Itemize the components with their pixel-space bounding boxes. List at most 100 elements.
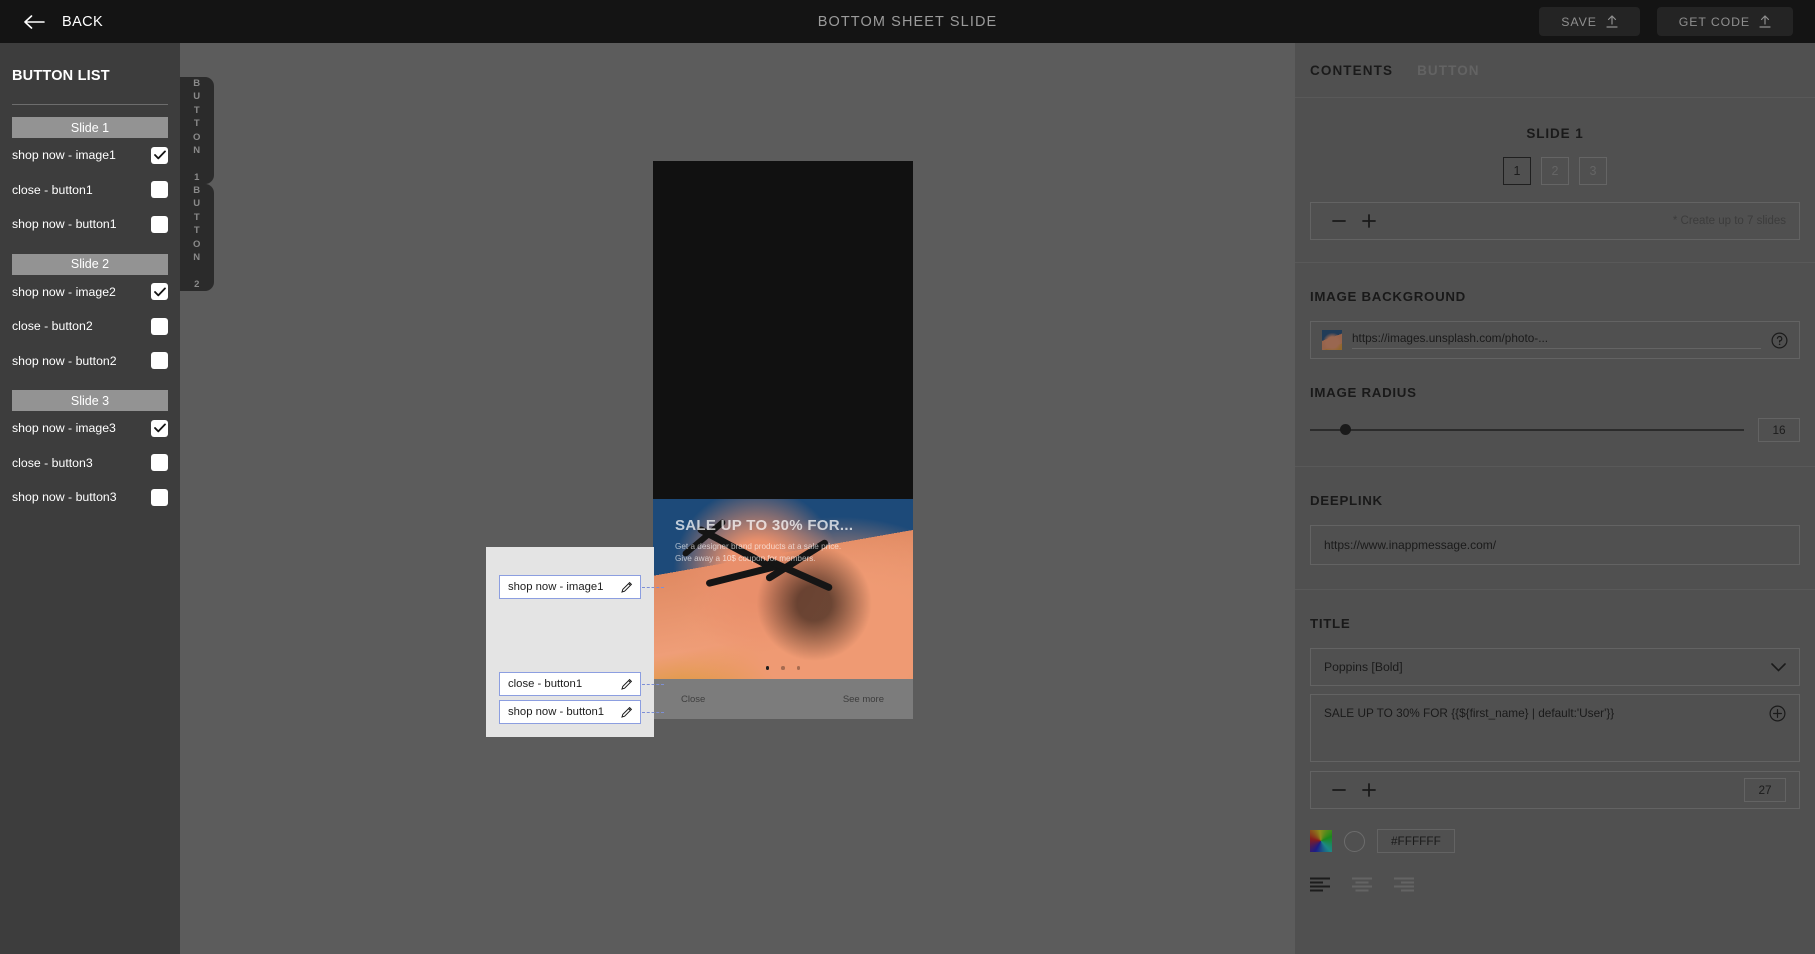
add-variable-icon[interactable] bbox=[1769, 705, 1786, 722]
color-preview-circle[interactable] bbox=[1344, 830, 1365, 852]
image-background-title: IMAGE BACKGROUND bbox=[1310, 289, 1466, 304]
check-icon bbox=[153, 423, 166, 433]
right-panel-tabs: CONTENTS BUTTON bbox=[1295, 43, 1815, 98]
save-button[interactable]: SAVE bbox=[1539, 7, 1640, 36]
pagination-dot[interactable] bbox=[765, 666, 770, 670]
slide-header-label: Slide 3 bbox=[70, 393, 110, 408]
pagination-dot[interactable] bbox=[796, 666, 801, 670]
align-right-icon[interactable] bbox=[1394, 877, 1414, 892]
title-alignment-group bbox=[1310, 877, 1800, 916]
preview-close-button[interactable]: Close bbox=[681, 694, 705, 705]
button-visibility-checkbox[interactable] bbox=[151, 146, 168, 164]
preview-copy: SALE UP TO 30% FOR... Get a designer bra… bbox=[675, 517, 905, 565]
slide-number-1[interactable]: 1 bbox=[1503, 157, 1531, 185]
preview-pagination-dots[interactable] bbox=[653, 666, 913, 670]
button-list-row[interactable]: close - button1 bbox=[12, 173, 168, 208]
slide-number-3[interactable]: 3 bbox=[1579, 157, 1607, 185]
vertical-tab-label: BUTTON 2 bbox=[193, 184, 201, 291]
button-visibility-checkbox[interactable] bbox=[151, 215, 168, 233]
button-list-row[interactable]: shop now - button2 bbox=[12, 344, 168, 379]
get-code-button[interactable]: GET CODE bbox=[1656, 7, 1793, 36]
check-icon bbox=[153, 150, 166, 160]
button-visibility-checkbox[interactable] bbox=[151, 181, 168, 199]
popup-field-label: shop now - image1 bbox=[508, 581, 604, 593]
button-visibility-checkbox[interactable] bbox=[151, 454, 168, 472]
slide-section: SLIDE 1 123 * Create up to 7 slides bbox=[1295, 126, 1815, 263]
button-list-row[interactable]: shop now - button3 bbox=[12, 480, 168, 515]
image-background-field[interactable]: https://images.unsplash.com/photo-... bbox=[1310, 321, 1800, 359]
button-visibility-checkbox[interactable] bbox=[151, 419, 168, 437]
popup-field-image1[interactable]: shop now - image1 bbox=[499, 575, 641, 599]
pencil-icon[interactable] bbox=[621, 581, 633, 593]
save-label: SAVE bbox=[1561, 14, 1597, 29]
image-background-section: IMAGE BACKGROUND https://images.unsplash… bbox=[1295, 289, 1815, 467]
slide-header-3[interactable]: Slide 3 bbox=[12, 390, 168, 411]
question-circle-icon[interactable] bbox=[1771, 331, 1788, 349]
popup-field-close-button1[interactable]: close - button1 bbox=[499, 672, 641, 696]
title-size-value[interactable]: 27 bbox=[1744, 778, 1786, 802]
get-code-label: GET CODE bbox=[1678, 14, 1750, 29]
button-list-label: shop now - image3 bbox=[12, 421, 116, 436]
button-list-label: shop now - button3 bbox=[12, 490, 117, 505]
chevron-down-icon bbox=[1771, 662, 1786, 672]
color-wheel-icon[interactable] bbox=[1310, 830, 1332, 852]
tab-button[interactable]: BUTTON bbox=[1417, 63, 1480, 78]
preview-body-line-2: Give away a 10$ coupon for members. bbox=[675, 554, 816, 563]
image-radius-slider[interactable] bbox=[1310, 422, 1744, 438]
align-left-icon[interactable] bbox=[1310, 877, 1330, 892]
slide-increment-button[interactable] bbox=[1354, 206, 1384, 236]
button-list-row[interactable]: shop now - image3 bbox=[12, 411, 168, 446]
button-list-row[interactable]: shop now - image2 bbox=[12, 275, 168, 310]
button-visibility-checkbox[interactable] bbox=[151, 317, 168, 335]
title-hex-input[interactable]: #FFFFFF bbox=[1377, 829, 1455, 853]
top-bar: BACK BOTTOM SHEET SLIDE SAVE GET CODE bbox=[0, 0, 1815, 43]
button-list-row[interactable]: shop now - button1 bbox=[12, 207, 168, 242]
button-list-label: shop now - image2 bbox=[12, 284, 116, 299]
deeplink-input[interactable]: https://www.inappmessage.com/ bbox=[1310, 525, 1800, 565]
deeplink-section: DEEPLINK https://www.inappmessage.com/ bbox=[1295, 493, 1815, 590]
title-size-decrement-button[interactable] bbox=[1324, 775, 1354, 805]
title-section-title: TITLE bbox=[1310, 616, 1351, 631]
button-name-popup: shop now - image1 close - button1 shop n… bbox=[486, 547, 654, 737]
leader-line-image1 bbox=[642, 587, 664, 588]
title-size-stepper: 27 bbox=[1310, 771, 1800, 809]
title-size-increment-button[interactable] bbox=[1354, 775, 1384, 805]
right-panel: CONTENTS BUTTON SLIDE 1 123 * Create up … bbox=[1295, 43, 1815, 954]
leader-line-shop-now-button1 bbox=[642, 712, 664, 713]
image-radius-row: 16 bbox=[1310, 418, 1800, 442]
button-list-row[interactable]: close - button3 bbox=[12, 446, 168, 481]
phone-preview: SALE UP TO 30% FOR... Get a designer bra… bbox=[653, 161, 913, 719]
slide-number-2[interactable]: 2 bbox=[1541, 157, 1569, 185]
image-radius-title: IMAGE RADIUS bbox=[1310, 385, 1417, 400]
popup-field-shop-now-button1[interactable]: shop now - button1 bbox=[499, 700, 641, 724]
preview-see-more-button[interactable]: See more bbox=[843, 694, 884, 705]
align-center-icon[interactable] bbox=[1352, 877, 1372, 892]
preview-body: Get a designer brand products at a sale … bbox=[675, 541, 905, 565]
slide-header-2[interactable]: Slide 2 bbox=[12, 253, 168, 275]
button-visibility-checkbox[interactable] bbox=[151, 352, 168, 370]
tab-contents[interactable]: CONTENTS bbox=[1310, 63, 1393, 78]
vertical-tab-button-1[interactable]: BUTTON 1 bbox=[180, 77, 214, 184]
font-select[interactable]: Poppins [Bold] bbox=[1310, 648, 1800, 686]
button-visibility-checkbox[interactable] bbox=[151, 488, 168, 506]
slide-header-1[interactable]: Slide 1 bbox=[12, 117, 168, 138]
slide-section-title: SLIDE 1 bbox=[1526, 126, 1584, 141]
pagination-dot[interactable] bbox=[781, 666, 785, 670]
image-url-input[interactable]: https://images.unsplash.com/photo-... bbox=[1352, 331, 1761, 349]
minus-icon bbox=[1332, 789, 1346, 791]
slide-stepper: * Create up to 7 slides bbox=[1310, 202, 1800, 240]
pencil-icon[interactable] bbox=[621, 678, 633, 690]
title-color-row: #FFFFFF bbox=[1310, 829, 1800, 853]
pencil-icon[interactable] bbox=[621, 706, 633, 718]
button-list-row[interactable]: shop now - image1 bbox=[12, 138, 168, 173]
button-list-row[interactable]: close - button2 bbox=[12, 309, 168, 344]
slide-decrement-button[interactable] bbox=[1324, 206, 1354, 236]
slider-knob[interactable] bbox=[1340, 424, 1352, 435]
button-visibility-checkbox[interactable] bbox=[151, 283, 168, 301]
check-icon bbox=[153, 287, 166, 297]
title-text-input[interactable]: SALE UP TO 30% FOR {{${first_name} | def… bbox=[1310, 694, 1800, 762]
image-radius-value[interactable]: 16 bbox=[1758, 418, 1800, 442]
preview-body-line-1: Get a designer brand products at a sale … bbox=[675, 542, 842, 551]
vertical-tab-button-2[interactable]: BUTTON 2 bbox=[180, 184, 214, 291]
minus-icon bbox=[1332, 220, 1346, 222]
